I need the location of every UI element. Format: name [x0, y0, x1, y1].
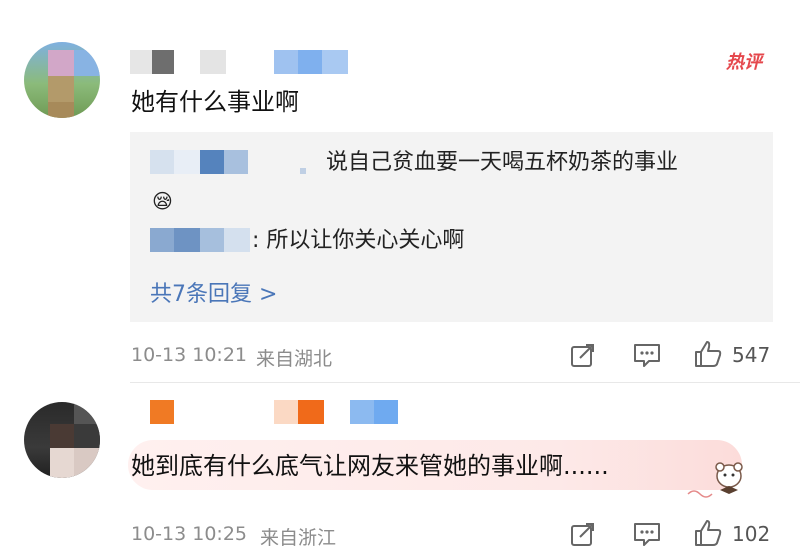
- comment-location: 来自湖北: [256, 348, 333, 370]
- bear-sticker-icon: [687, 462, 743, 498]
- hot-comment-badge: 热评: [726, 52, 762, 73]
- comment-time: 10-13 10:21: [131, 344, 248, 366]
- previous-comment-partial: ▔▔ ▔▔▔▔: [668, 0, 778, 6]
- share-icon[interactable]: [570, 342, 596, 368]
- more-replies-link[interactable]: 共7条回复 >: [150, 276, 277, 308]
- comment-text: 她有什么事业啊: [131, 88, 299, 116]
- reply-text: 说自己贫血要一天喝五杯奶茶的事业: [326, 150, 679, 175]
- like-icon[interactable]: [693, 518, 723, 548]
- comment-time: 10-13 10:25: [131, 523, 248, 545]
- share-icon[interactable]: [570, 521, 596, 547]
- comment-icon[interactable]: [633, 342, 661, 368]
- comment-text: 她到底有什么底气让网友来管她的事业啊......: [131, 452, 609, 480]
- like-count: 547: [732, 343, 771, 367]
- avatar[interactable]: [24, 42, 100, 118]
- comment-location: 来自浙江: [260, 527, 337, 549]
- avatar[interactable]: [24, 402, 100, 478]
- sleepy-emoji-icon: 😪: [152, 189, 173, 213]
- comment-icon[interactable]: [633, 521, 661, 547]
- like-icon[interactable]: [693, 339, 723, 369]
- reply-text: : 所以让你关心关心啊: [252, 228, 465, 253]
- like-count: 102: [732, 522, 771, 546]
- divider: [130, 382, 800, 383]
